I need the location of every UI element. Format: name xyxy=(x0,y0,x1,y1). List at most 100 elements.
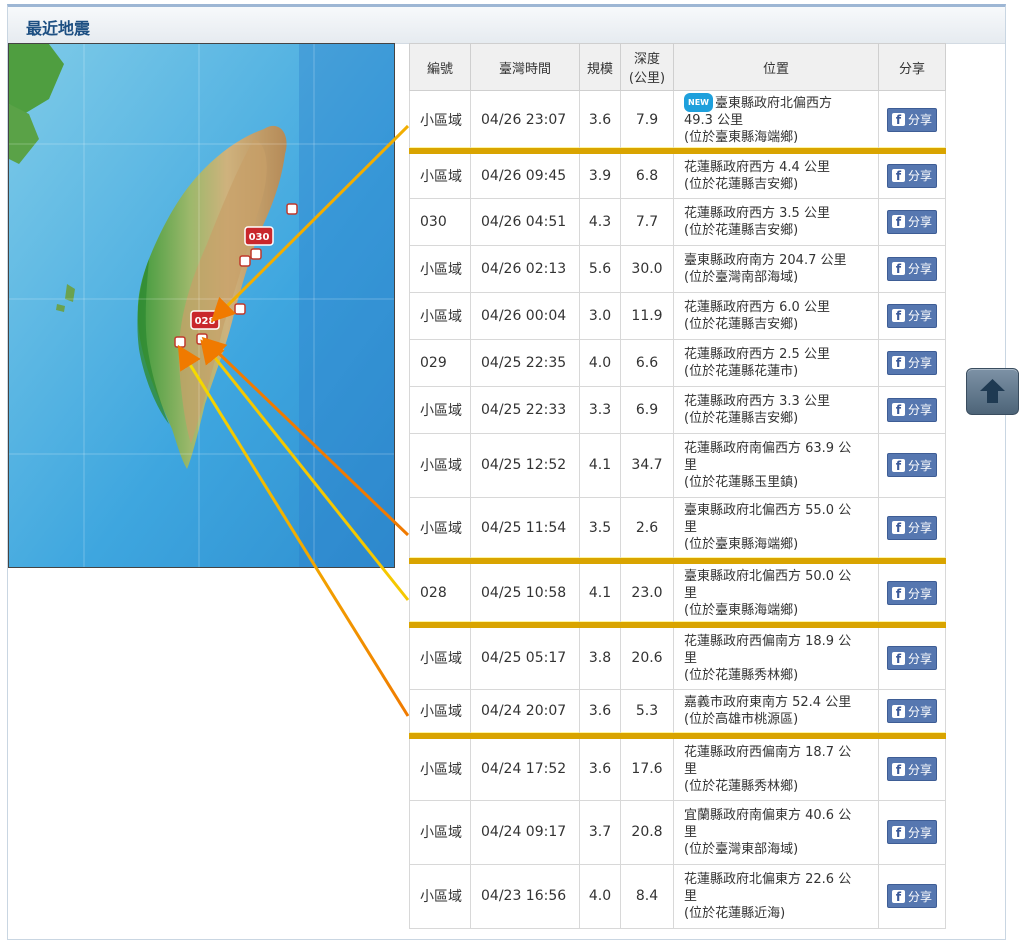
location-line: (位於花蓮縣吉安鄉) xyxy=(684,222,799,238)
cell-id[interactable]: 小區域 xyxy=(409,624,471,690)
cell-time[interactable]: 04/25 22:33 xyxy=(470,385,580,434)
cell-id[interactable]: 小區域 xyxy=(409,385,471,434)
marker-label-030: 030 xyxy=(249,232,270,243)
cell-location[interactable]: 花蓮縣政府西偏南方 18.9 公里 (位於花蓮縣秀林鄉) xyxy=(673,624,879,690)
location-line: 里 xyxy=(684,888,698,904)
location-line: 花蓮縣政府西偏南方 18.9 公 xyxy=(684,633,852,649)
cell-location[interactable]: 花蓮縣政府西方 3.3 公里 (位於花蓮縣吉安鄉) xyxy=(673,385,879,434)
cell-location[interactable]: 花蓮縣政府南偏西方 63.9 公里 (位於花蓮縣玉里鎮) xyxy=(673,432,879,498)
cell-magnitude: 3.6 xyxy=(579,688,621,739)
cell-time[interactable]: 04/26 23:07 xyxy=(470,90,580,154)
location-line: 宜蘭縣政府南偏東方 40.6 公 xyxy=(684,807,852,823)
cell-id[interactable]: 小區域 xyxy=(409,150,471,199)
share-label: 分享 xyxy=(907,889,932,904)
facebook-share-button[interactable]: f 分享 xyxy=(886,256,937,281)
cell-share: f 分享 xyxy=(878,244,946,293)
facebook-f-icon: f xyxy=(891,356,905,370)
cell-id[interactable]: 小區域 xyxy=(409,90,471,154)
cell-time[interactable]: 04/24 09:17 xyxy=(470,799,580,865)
cell-time[interactable]: 04/26 02:13 xyxy=(470,244,580,293)
epicenter-marker-028[interactable]: 028 xyxy=(190,310,220,330)
cell-location[interactable]: 宜蘭縣政府南偏東方 40.6 公里 (位於臺灣東部海域) xyxy=(673,799,879,865)
cell-location[interactable]: 臺東縣政府南方 204.7 公里 (位於臺灣南部海域) xyxy=(673,244,879,293)
cell-location[interactable]: 花蓮縣政府西方 4.4 公里 (位於花蓮縣吉安鄉) xyxy=(673,150,879,199)
epicenter-marker-small[interactable] xyxy=(174,336,186,348)
facebook-share-button[interactable]: f 分享 xyxy=(886,646,937,671)
share-label: 分享 xyxy=(907,215,932,229)
table-row: 小區域 04/23 16:56 4.0 8.4 花蓮縣政府北偏東方 22.6 公里 (位於… xyxy=(409,863,946,929)
epicenter-marker-small[interactable] xyxy=(196,333,208,345)
cell-id[interactable]: 030 xyxy=(409,197,471,246)
cell-id[interactable]: 小區域 xyxy=(409,496,471,564)
facebook-share-button[interactable]: f 分享 xyxy=(886,757,937,782)
table-row: 030 04/26 04:51 4.3 7.7 花蓮縣政府西方 3.5 公里 (位於花蓮縣… xyxy=(409,197,946,246)
share-label: 分享 xyxy=(907,169,932,184)
cell-time[interactable]: 04/26 04:51 xyxy=(470,197,580,246)
facebook-share-button[interactable]: f 分享 xyxy=(886,107,937,132)
cell-depth: 7.9 xyxy=(620,90,674,154)
cell-depth: 8.4 xyxy=(620,863,674,929)
facebook-f-icon: f xyxy=(891,889,905,904)
cell-location[interactable]: 花蓮縣政府西方 2.5 公里 (位於花蓮縣花蓮市) xyxy=(673,338,879,387)
facebook-share-button[interactable]: f 分享 xyxy=(886,303,937,328)
epicenter-marker-small[interactable] xyxy=(234,303,246,315)
cell-time[interactable]: 04/25 22:35 xyxy=(470,338,580,387)
facebook-share-button[interactable]: f 分享 xyxy=(886,581,937,605)
location-line: (位於臺灣東部海域) xyxy=(684,841,799,857)
table-row: 小區域 04/25 12:52 4.1 34.7 花蓮縣政府南偏西方 63.9 公里 (位… xyxy=(409,432,946,498)
cell-id[interactable]: 小區域 xyxy=(409,432,471,498)
earthquake-table: 編號 臺灣時間 規模 深度 (公里) 位置 分享 小區域 04/26 23:07 3.… xyxy=(409,43,946,929)
cell-id[interactable]: 小區域 xyxy=(409,244,471,293)
cell-time[interactable]: 04/26 09:45 xyxy=(470,150,580,199)
cell-time[interactable]: 04/24 20:07 xyxy=(470,688,580,739)
cell-id[interactable]: 029 xyxy=(409,338,471,387)
cell-depth: 34.7 xyxy=(620,432,674,498)
facebook-share-button[interactable]: f 分享 xyxy=(886,350,937,375)
cell-id[interactable]: 小區域 xyxy=(409,735,471,801)
facebook-share-button[interactable]: f 分享 xyxy=(886,453,937,477)
facebook-share-button[interactable]: f 分享 xyxy=(886,820,937,844)
epicenter-marker-small[interactable] xyxy=(250,248,262,260)
facebook-share-button[interactable]: f 分享 xyxy=(886,163,937,188)
cell-id[interactable]: 小區域 xyxy=(409,291,471,340)
cell-magnitude: 3.3 xyxy=(579,385,621,434)
cell-magnitude: 5.6 xyxy=(579,244,621,293)
facebook-share-button[interactable]: f 分享 xyxy=(886,515,937,540)
facebook-f-icon: f xyxy=(891,113,905,127)
panel-header: 最近地震 xyxy=(8,7,1005,44)
cell-time[interactable]: 04/25 10:58 xyxy=(470,560,580,628)
cell-location[interactable]: 花蓮縣政府西方 6.0 公里 (位於花蓮縣吉安鄉) xyxy=(673,291,879,340)
location-line: 花蓮縣政府北偏東方 22.6 公 xyxy=(684,871,852,887)
facebook-share-button[interactable]: f 分享 xyxy=(886,699,937,724)
earthquake-map[interactable]: 030 028 xyxy=(8,43,395,568)
cell-id[interactable]: 小區域 xyxy=(409,863,471,929)
cell-id[interactable]: 小區域 xyxy=(409,688,471,739)
back-to-top-button[interactable] xyxy=(966,368,1019,415)
epicenter-marker-small[interactable] xyxy=(239,255,251,267)
cell-location[interactable]: NEW 臺東縣政府北偏西方 49.3 公里 (位於臺東縣海端鄉) xyxy=(673,90,879,154)
cell-time[interactable]: 04/25 12:52 xyxy=(470,432,580,498)
cell-location[interactable]: 臺東縣政府北偏西方 50.0 公里 (位於臺東縣海端鄉) xyxy=(673,560,879,628)
cell-id[interactable]: 小區域 xyxy=(409,799,471,865)
epicenter-marker-small[interactable] xyxy=(286,203,298,215)
cell-depth: 7.7 xyxy=(620,197,674,246)
cell-location[interactable]: 花蓮縣政府西偏南方 18.7 公里 (位於花蓮縣秀林鄉) xyxy=(673,735,879,801)
facebook-share-button[interactable]: f 分享 xyxy=(886,209,937,234)
epicenter-marker-030[interactable]: 030 xyxy=(244,226,274,246)
cell-location[interactable]: 臺東縣政府北偏西方 55.0 公里 (位於臺東縣海端鄉) xyxy=(673,496,879,564)
cell-time[interactable]: 04/25 05:17 xyxy=(470,624,580,690)
cell-time[interactable]: 04/25 11:54 xyxy=(470,496,580,564)
cell-time[interactable]: 04/26 00:04 xyxy=(470,291,580,340)
cell-location[interactable]: 花蓮縣政府西方 3.5 公里 (位於花蓮縣吉安鄉) xyxy=(673,197,879,246)
cell-depth: 6.9 xyxy=(620,385,674,434)
cell-location[interactable]: 嘉義市政府東南方 52.4 公里 (位於高雄市桃源區) xyxy=(673,688,879,739)
facebook-share-button[interactable]: f 分享 xyxy=(886,397,937,422)
cell-time[interactable]: 04/24 17:52 xyxy=(470,735,580,801)
cell-location[interactable]: 花蓮縣政府北偏東方 22.6 公里 (位於花蓮縣近海) xyxy=(673,863,879,929)
table-row: 小區域 04/25 11:54 3.5 2.6 臺東縣政府北偏西方 55.0 公里 (位於… xyxy=(409,496,946,564)
facebook-share-button[interactable]: f 分享 xyxy=(886,884,937,908)
cell-depth: 20.8 xyxy=(620,799,674,865)
cell-time[interactable]: 04/23 16:56 xyxy=(470,863,580,929)
cell-id[interactable]: 028 xyxy=(409,560,471,628)
facebook-f-icon: f xyxy=(891,309,905,323)
